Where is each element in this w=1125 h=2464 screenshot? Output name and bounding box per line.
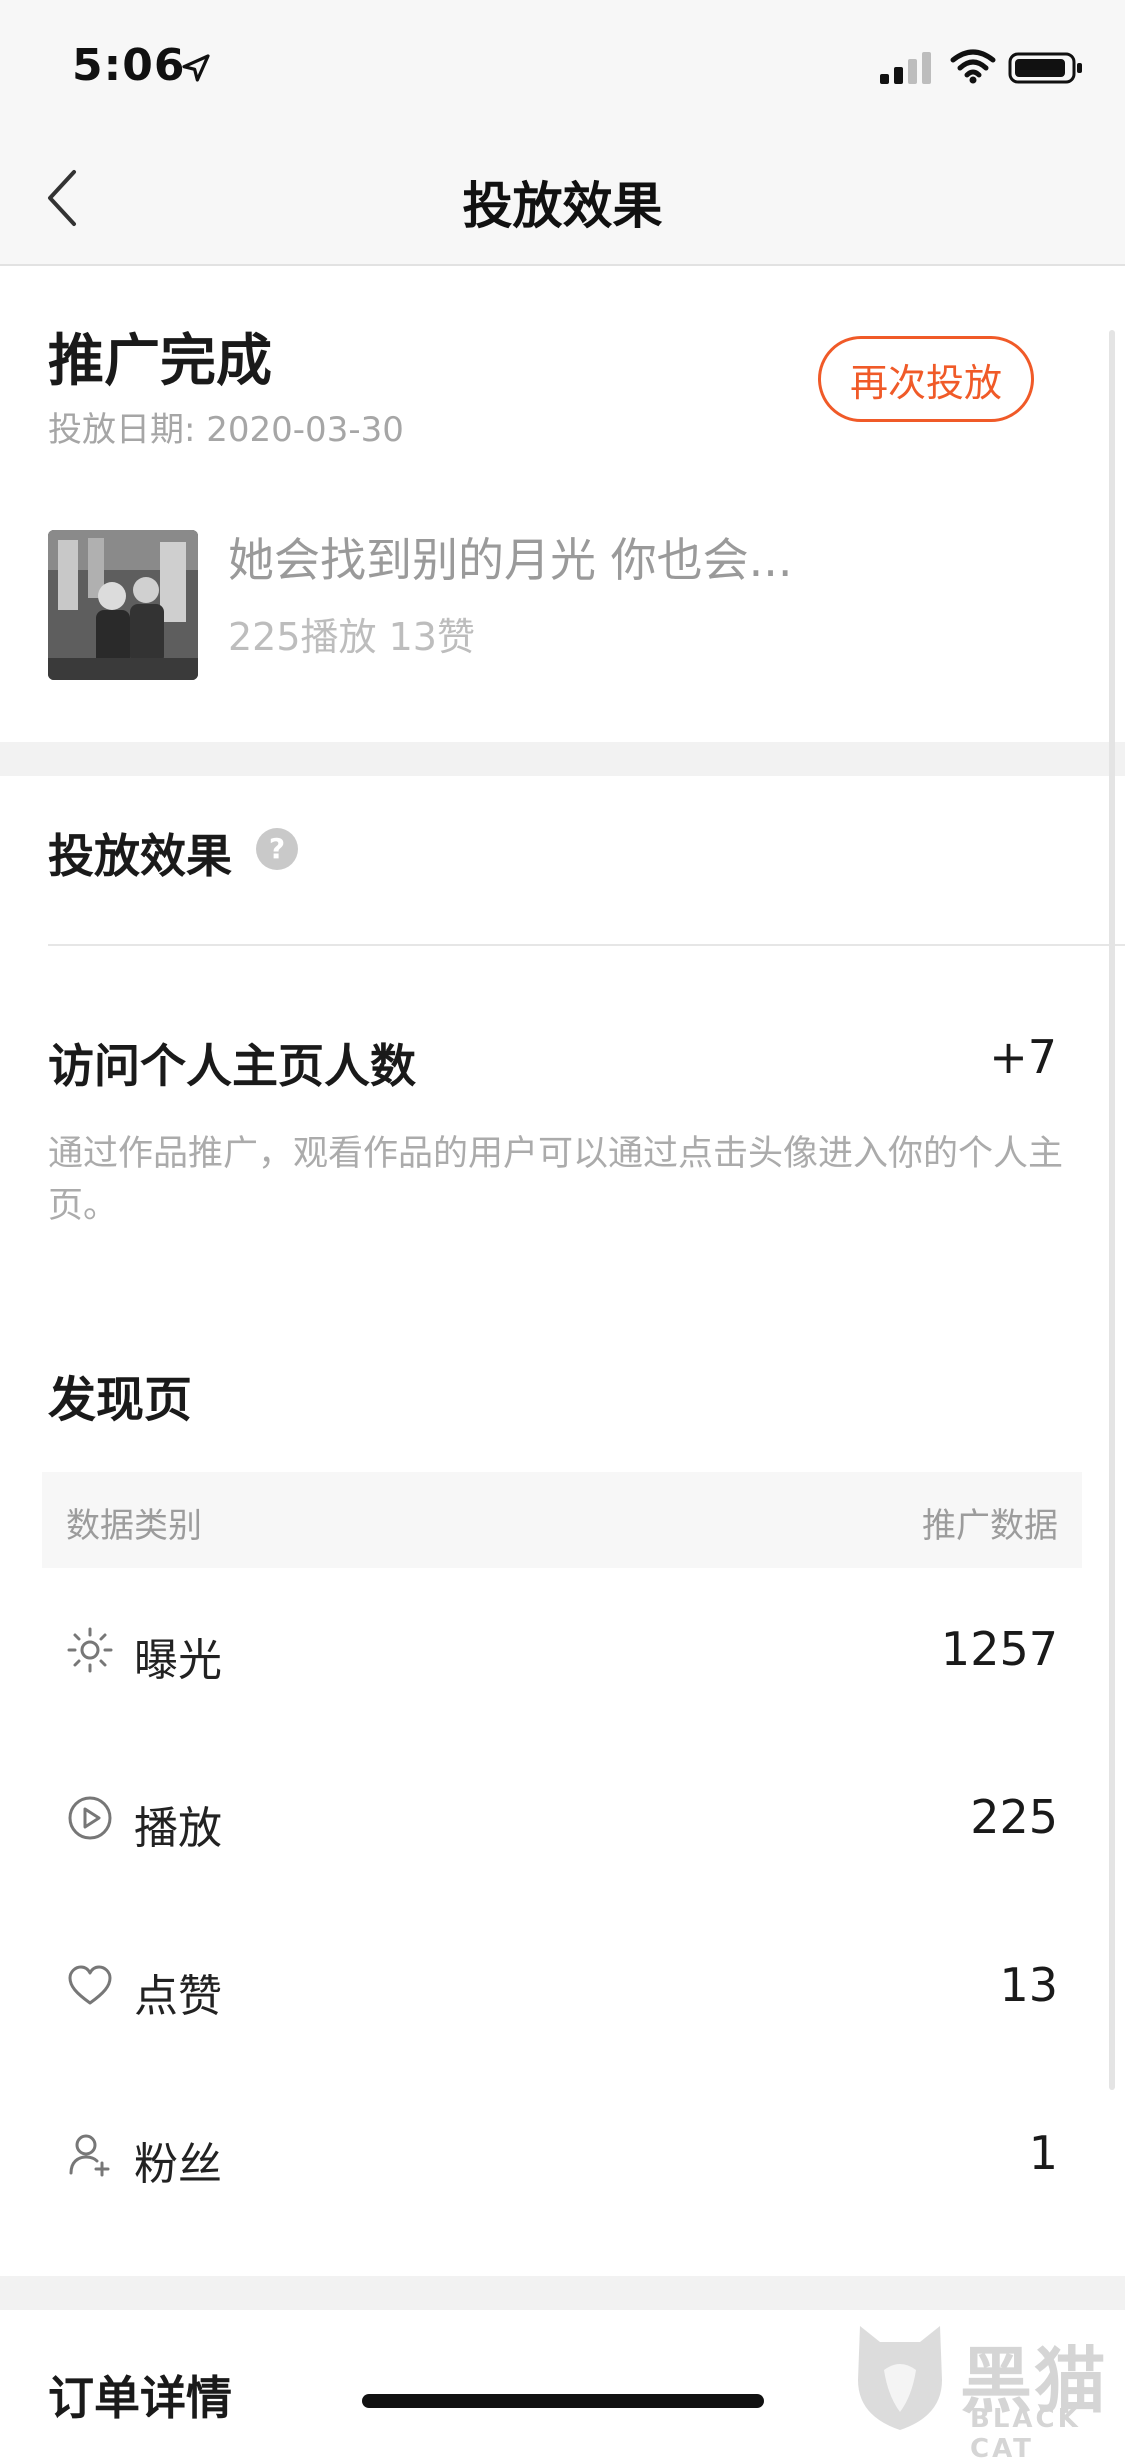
cat-shield-logo <box>858 2326 942 2430</box>
profile-visits-value: +7 <box>989 1030 1057 1084</box>
column-header-data: 推广数据 <box>922 1506 1058 1546</box>
metric-label-plays: 播放 <box>134 1803 222 1854</box>
effect-heading: 投放效果 <box>48 829 232 883</box>
metric-value-likes: 13 <box>999 1958 1058 2012</box>
profile-visits-description: 通过作品推广，观看作品的用户可以通过点击头像进入你的个人主页。 <box>48 1134 1064 1226</box>
sun-icon <box>67 1627 113 1673</box>
video-title[interactable]: 她会找到别的月光 你也会... <box>228 524 793 590</box>
table-row-plays: 播放 225 <box>42 1758 1082 1878</box>
order-details-title[interactable]: 订单详情 <box>48 2362 232 2428</box>
video-stats: 225播放 13赞 <box>228 615 475 659</box>
status-time: 5:06 <box>72 40 186 91</box>
table-row-followers: 粉丝 1 <box>42 2094 1082 2214</box>
heart-icon <box>68 1965 112 2005</box>
page-title: 投放效果 <box>462 177 663 235</box>
scrollbar[interactable] <box>1109 330 1115 2090</box>
chevron-left-icon[interactable] <box>40 166 84 230</box>
metric-label-likes: 点赞 <box>134 1971 222 2022</box>
home-indicator[interactable] <box>362 2394 764 2408</box>
section-divider-bottom <box>0 2276 1125 2310</box>
nav-bar: 投放效果 <box>0 132 1125 266</box>
promotion-date: 投放日期: 2020-03-30 <box>48 410 404 450</box>
table-row-exposure: 曝光 1257 <box>42 1590 1082 1710</box>
metric-value-followers: 1 <box>1028 2126 1058 2180</box>
discover-page-title: 发现页 <box>48 1372 193 1428</box>
user-plus-icon <box>69 2134 110 2177</box>
metric-label-exposure: 曝光 <box>134 1635 222 1686</box>
watermark-text-en: BLACK CAT <box>970 2404 1081 2464</box>
promotion-status: 推广完成 <box>48 329 272 394</box>
metric-value-exposure: 1257 <box>940 1622 1058 1676</box>
table-row-likes: 点赞 13 <box>42 1926 1082 2046</box>
metric-label-followers: 粉丝 <box>134 2139 222 2190</box>
section-divider <box>0 742 1125 776</box>
metric-value-plays: 225 <box>970 1790 1058 1844</box>
column-header-category: 数据类别 <box>66 1506 202 1546</box>
battery-icon <box>1008 52 1082 84</box>
divider <box>48 944 1125 946</box>
question-circle-icon[interactable]: ? <box>254 826 300 872</box>
svg-text:?: ? <box>269 832 285 865</box>
play-circle-icon <box>68 1796 112 1840</box>
wifi-icon <box>950 49 996 84</box>
watermark: 黑猫 BLACK CAT <box>850 2316 1125 2464</box>
location-arrow-icon <box>182 54 210 82</box>
promote-again-button[interactable]: 再次投放 <box>818 336 1034 422</box>
data-table-header: 数据类别 推广数据 <box>42 1472 1082 1568</box>
video-thumbnail-image <box>48 530 198 680</box>
signal-icon <box>880 52 931 84</box>
profile-visits-label: 访问个人主页人数 <box>48 1039 416 1093</box>
video-thumbnail[interactable] <box>48 530 198 680</box>
status-bar: 5:06 <box>0 0 1125 132</box>
